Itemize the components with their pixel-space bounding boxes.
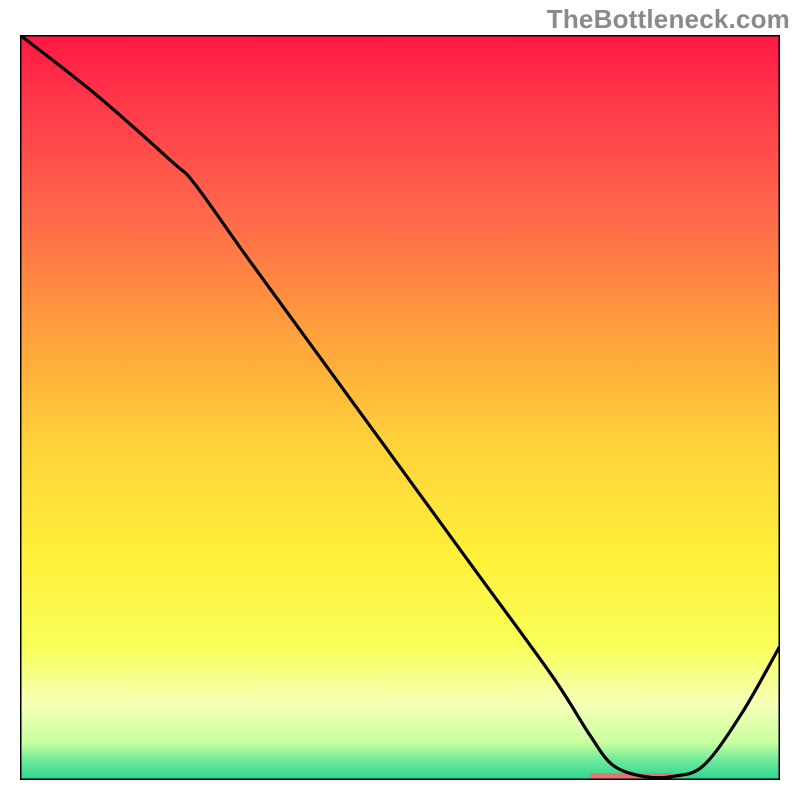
chart-svg	[20, 35, 780, 780]
plot-area	[20, 35, 780, 780]
watermark-text: TheBottleneck.com	[547, 4, 790, 35]
chart-stage: TheBottleneck.com	[0, 0, 800, 800]
gradient-background	[20, 35, 780, 780]
